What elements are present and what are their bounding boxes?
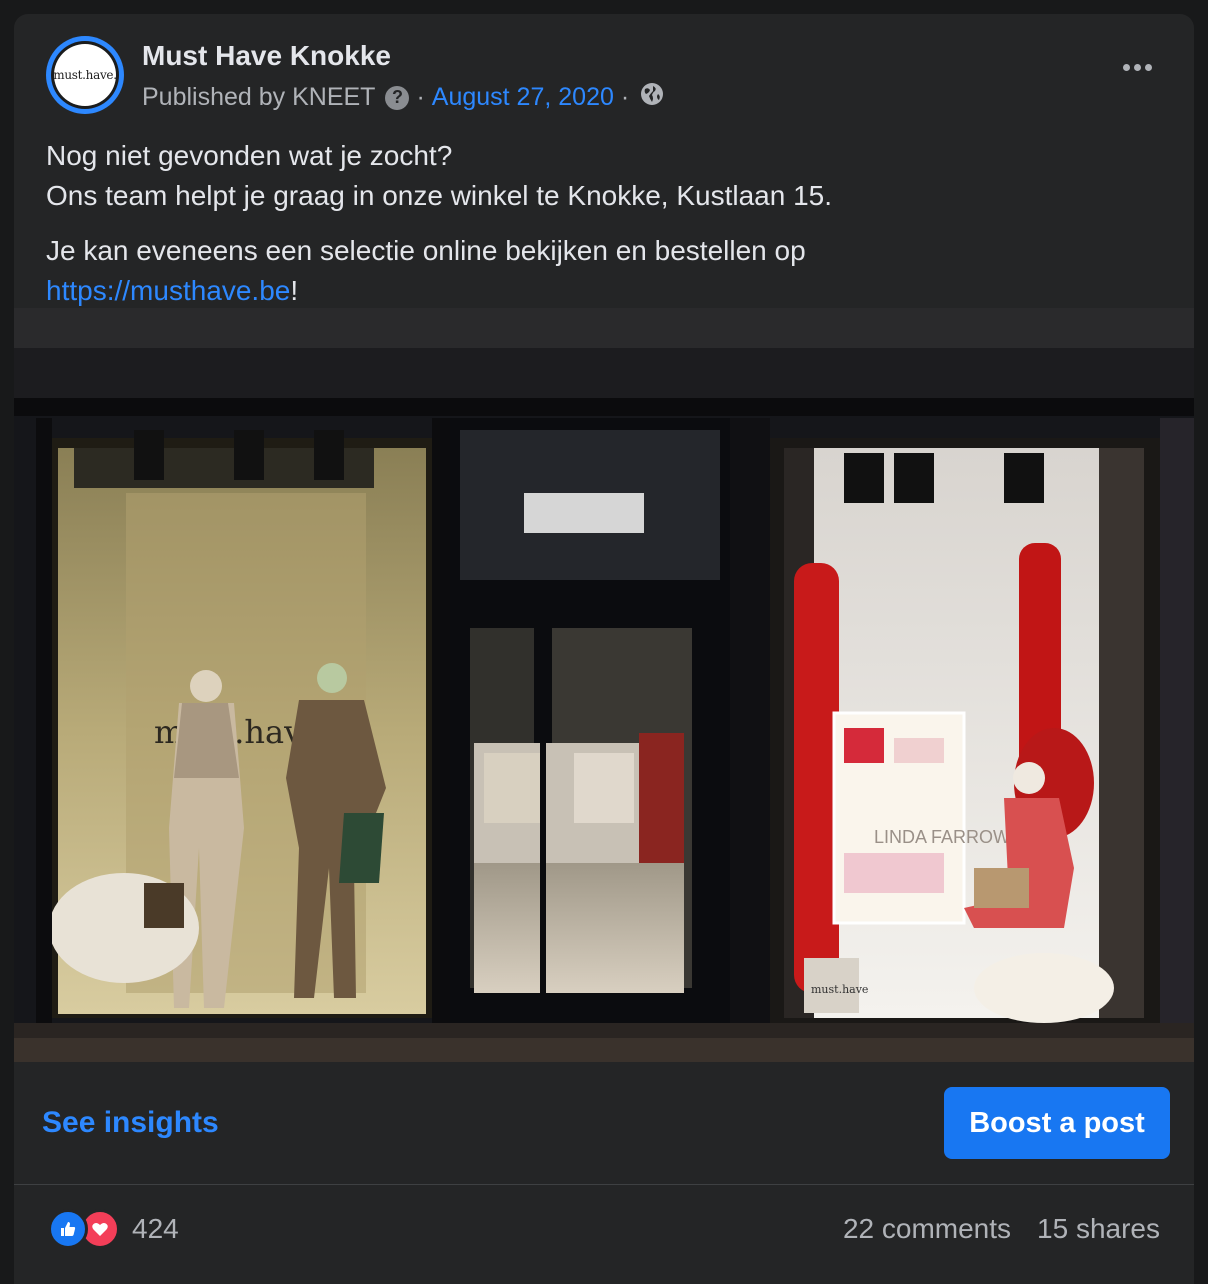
see-insights-link[interactable]: See insights: [42, 1106, 219, 1140]
reactions-summary[interactable]: 424: [48, 1209, 179, 1249]
link-suffix: !: [290, 275, 299, 306]
storefront-photo: must.have. LINDA FARROW must.have: [14, 308, 1194, 1062]
bag-label: must.have: [811, 983, 868, 996]
published-by: Published by KNEET: [142, 83, 376, 111]
post-header: must.have. Must Have Knokke Published by…: [14, 14, 1194, 124]
post-footer: 424 22 comments 15 shares: [14, 1185, 1194, 1284]
page-name[interactable]: Must Have Knokke: [142, 40, 391, 72]
engagement-stats: 22 comments 15 shares: [843, 1213, 1160, 1245]
brand-sign: LINDA FARROW: [874, 827, 1010, 847]
post-text-line: Ons team helpt je graag in onze winkel t…: [46, 180, 833, 211]
separator: ·: [620, 83, 630, 111]
reaction-count: 424: [132, 1213, 179, 1244]
like-icon: [48, 1209, 88, 1249]
help-icon[interactable]: ?: [385, 85, 410, 110]
more-options-icon[interactable]: [1123, 64, 1152, 71]
post-actions: See insights Boost a post: [14, 1062, 1194, 1184]
post-date[interactable]: August 27, 2020: [432, 83, 614, 112]
shares-count[interactable]: 15 shares: [1037, 1213, 1160, 1245]
globe-icon[interactable]: [640, 82, 664, 113]
page-avatar[interactable]: must.have.: [46, 36, 124, 114]
comments-count[interactable]: 22 comments: [843, 1213, 1011, 1245]
post-text: Nog niet gevonden wat je zocht? Ons team…: [46, 136, 1166, 311]
boost-post-button[interactable]: Boost a post: [944, 1087, 1170, 1159]
post-meta: Published by KNEET ? · August 27, 2020 ·: [142, 82, 664, 113]
post-text-line: Je kan eveneens een selectie online beki…: [46, 235, 806, 266]
avatar-logo: must.have.: [53, 44, 117, 106]
post-card: must.have. Must Have Knokke Published by…: [14, 14, 1194, 1284]
post-text-line: Nog niet gevonden wat je zocht?: [46, 140, 453, 171]
post-photo[interactable]: must.have. LINDA FARROW must.have: [14, 308, 1194, 1062]
separator: ·: [416, 83, 425, 111]
website-link[interactable]: https://musthave.be: [46, 275, 290, 306]
